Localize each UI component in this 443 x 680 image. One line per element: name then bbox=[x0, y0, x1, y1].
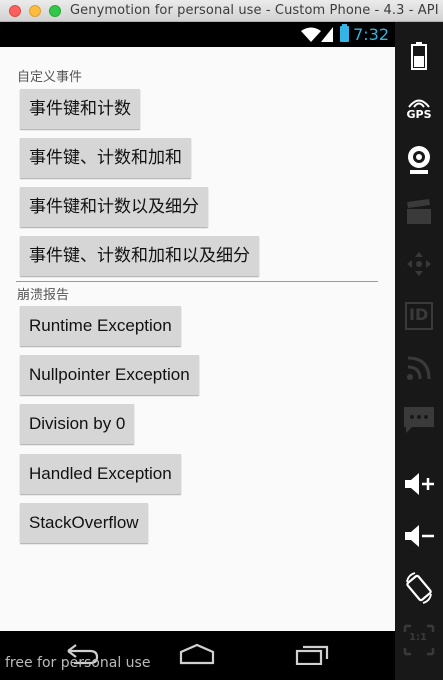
volume-down-button[interactable] bbox=[395, 510, 443, 562]
volume-up-icon bbox=[405, 473, 434, 495]
event-key-count-segment-button[interactable]: 事件键和计数以及细分 bbox=[20, 187, 208, 227]
crash-report-heading: 崩溃报告 bbox=[17, 288, 70, 303]
rotate-icon bbox=[406, 572, 432, 604]
rotate-button[interactable] bbox=[395, 562, 443, 614]
device-screen: 7:32 自定义事件 事件键和计数 事件键、计数和加和 事件键和计数以及细分 事… bbox=[0, 22, 395, 680]
event-key-count-button[interactable]: 事件键和计数 bbox=[20, 89, 140, 129]
battery-icon bbox=[411, 42, 427, 70]
sms-icon bbox=[404, 407, 434, 433]
dpad-icon bbox=[407, 252, 431, 276]
volume-down-icon bbox=[405, 525, 434, 547]
section-divider bbox=[16, 281, 378, 282]
personal-use-watermark: free for personal use bbox=[5, 655, 151, 671]
handled-exception-button[interactable]: Handled Exception bbox=[20, 454, 181, 494]
phone-widget-button bbox=[395, 394, 443, 446]
window-titlebar: Genymotion for personal use - Custom Pho… bbox=[0, 0, 443, 22]
wifi-icon bbox=[301, 27, 321, 42]
rss-icon bbox=[407, 356, 431, 380]
nullpointer-exception-button[interactable]: Nullpointer Exception bbox=[20, 355, 199, 395]
division-by-zero-button[interactable]: Division by 0 bbox=[20, 404, 135, 444]
identifiers-widget-button: ID bbox=[395, 290, 443, 342]
webcam-widget-button[interactable] bbox=[395, 134, 443, 186]
webcam-icon bbox=[408, 146, 430, 174]
stackoverflow-button[interactable]: StackOverflow bbox=[20, 503, 148, 543]
runtime-exception-button[interactable]: Runtime Exception bbox=[20, 306, 181, 346]
custom-events-heading: 自定义事件 bbox=[17, 70, 83, 85]
window-minimize-button[interactable] bbox=[29, 5, 41, 17]
remote-control-widget-button bbox=[395, 238, 443, 290]
pixel-perfect-button: 1:1 bbox=[395, 614, 443, 666]
screencast-widget-button bbox=[395, 186, 443, 238]
window-close-button[interactable] bbox=[9, 5, 21, 17]
signal-icon bbox=[321, 27, 333, 42]
window-title: Genymotion for personal use - Custom Pho… bbox=[70, 3, 440, 18]
gps-widget-button[interactable]: GPS bbox=[395, 82, 443, 134]
app-content: 自定义事件 事件键和计数 事件键、计数和加和 事件键和计数以及细分 事件键、计数… bbox=[0, 47, 395, 631]
battery-status-icon bbox=[340, 24, 349, 42]
event-key-count-sum-button[interactable]: 事件键、计数和加和 bbox=[20, 138, 191, 178]
network-widget-button bbox=[395, 342, 443, 394]
home-icon[interactable] bbox=[178, 643, 216, 665]
clapper-icon bbox=[407, 199, 431, 224]
status-time: 7:32 bbox=[353, 25, 389, 44]
emulator-toolbar: GPS ID 1:1 bbox=[395, 22, 443, 680]
event-key-count-sum-segment-button[interactable]: 事件键、计数和加和以及细分 bbox=[20, 236, 259, 276]
scale-label: 1:1 bbox=[409, 632, 427, 643]
status-bar: 7:32 bbox=[0, 22, 395, 47]
id-label: ID bbox=[409, 305, 429, 324]
gps-label: GPS bbox=[406, 107, 432, 121]
battery-widget-button[interactable] bbox=[395, 30, 443, 82]
gps-icon bbox=[408, 99, 430, 108]
window-maximize-button[interactable] bbox=[49, 5, 61, 17]
recent-apps-icon[interactable] bbox=[295, 643, 331, 665]
volume-up-button[interactable] bbox=[395, 458, 443, 510]
